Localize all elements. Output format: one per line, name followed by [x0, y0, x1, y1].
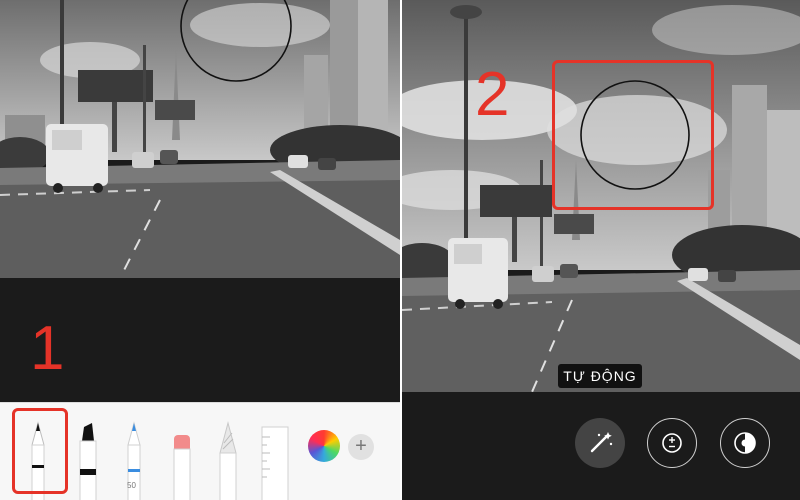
color-picker-button[interactable]	[308, 430, 340, 462]
plus-icon: +	[355, 435, 367, 457]
ruler-tool[interactable]	[260, 425, 290, 500]
auto-enhance-button[interactable]	[575, 418, 625, 468]
step-number-2: 2	[475, 60, 510, 129]
exposure-icon	[662, 433, 682, 453]
left-panel: 1 50 +	[0, 0, 400, 500]
auto-label: TỰ ĐỘNG	[558, 364, 642, 388]
contrast-icon	[734, 432, 756, 454]
fine-pencil-tool[interactable]	[216, 419, 240, 500]
step-number-1: 1	[30, 314, 65, 383]
add-tool-button[interactable]: +	[348, 434, 374, 460]
exposure-button[interactable]	[647, 418, 697, 468]
street-photo	[0, 0, 400, 278]
circle-annotation-highlight	[552, 60, 714, 210]
magic-wand-icon	[590, 432, 613, 453]
contrast-button[interactable]	[720, 418, 770, 468]
pencil-opacity-label: 50	[127, 481, 136, 490]
eraser-tool[interactable]	[170, 419, 194, 500]
pencil-tool[interactable]: 50	[122, 419, 146, 500]
marker-tool[interactable]	[76, 419, 100, 500]
pen-tool-highlight	[12, 408, 68, 494]
